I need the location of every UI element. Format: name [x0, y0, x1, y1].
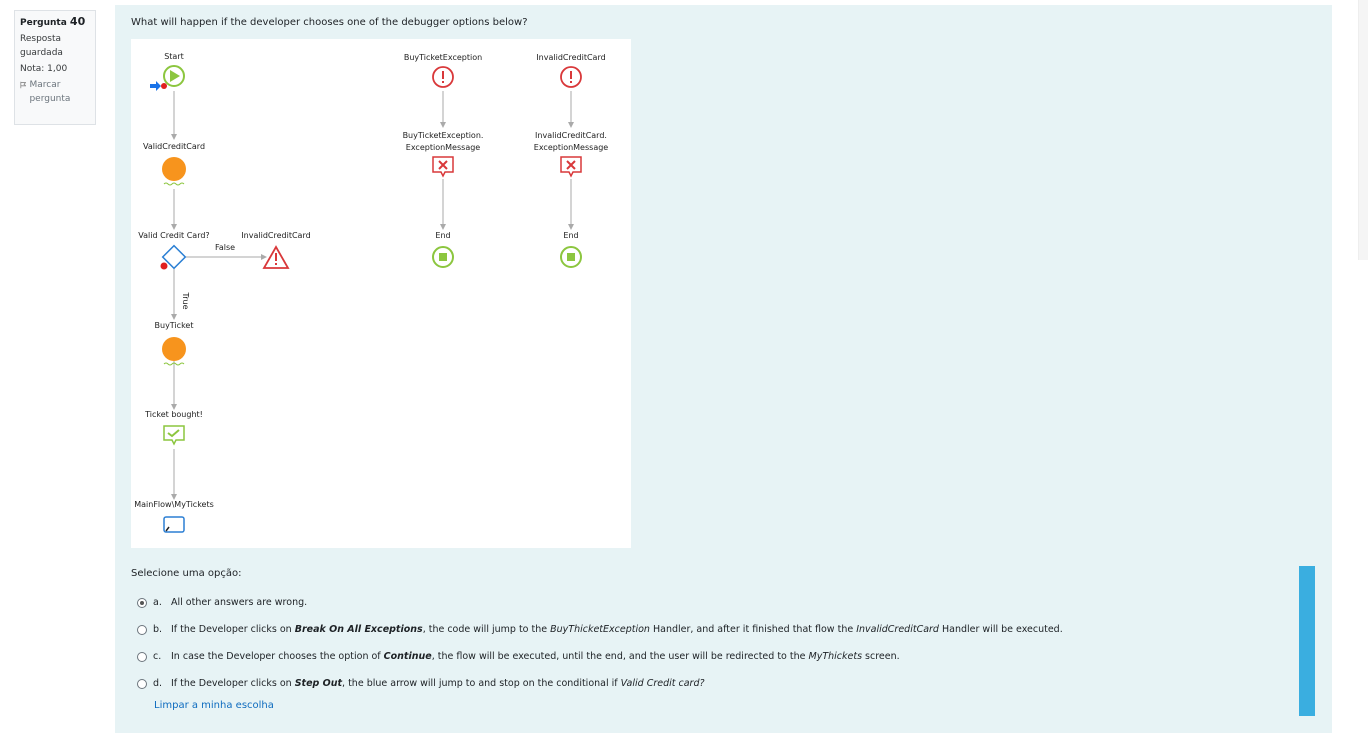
diagram-handler2-title: InvalidCreditCard: [536, 53, 605, 62]
question-content: What will happen if the developer choose…: [115, 5, 1332, 733]
question-number-label: Pergunta 40: [20, 15, 86, 28]
flag-question-button[interactable]: Marcar pergunta: [20, 78, 90, 106]
option-a[interactable]: a. All other answers are wrong.: [137, 589, 1063, 616]
option-b[interactable]: b. If the Developer clicks on Break On A…: [137, 616, 1063, 643]
start-node: [163, 65, 185, 87]
question-grade: Nota: 1,00: [20, 64, 68, 74]
option-d-letter: d.: [153, 678, 163, 689]
handler2-exception-icon: [560, 66, 582, 88]
option-b-text: If the Developer clicks on Break On All …: [171, 624, 1063, 635]
success-message-icon: [163, 425, 185, 446]
answer-options: a. All other answers are wrong. b. If th…: [137, 589, 1063, 697]
diagram-handler1-title: BuyTicketException: [404, 53, 482, 62]
buy-ticket-node: [162, 337, 186, 361]
option-b-letter: b.: [153, 624, 163, 635]
valid-credit-card-node: [162, 157, 186, 181]
option-c-radio[interactable]: [137, 651, 147, 662]
handler2-error-message-icon: [560, 156, 582, 178]
answer-prompt: Selecione uma opção:: [131, 568, 242, 579]
diagram-false-label: False: [215, 243, 235, 252]
diagram-start-label: Start: [164, 52, 184, 61]
handler1-error-message-icon: [432, 156, 454, 178]
handler1-end-icon: [432, 246, 454, 268]
diagram-handler1-end-label: End: [435, 231, 450, 240]
diagram-handler2-end-label: End: [563, 231, 578, 240]
option-b-radio[interactable]: [137, 624, 147, 635]
diagram-handler2-msg-line1: InvalidCreditCard.: [535, 131, 607, 140]
diagram-if-label: Valid Credit Card?: [138, 231, 209, 240]
handler1-exception-icon: [432, 66, 454, 88]
diagram-true-label: True: [181, 292, 190, 310]
raise-exception-warning-icon: [262, 245, 290, 269]
if-node: [160, 244, 187, 270]
diagram-handler2-msg-line2: ExceptionMessage: [534, 143, 609, 152]
question-status: Resposta guardada: [20, 34, 63, 58]
flag-question-label: Marcar pergunta: [29, 80, 71, 104]
diagram-handler1-msg-line2: ExceptionMessage: [406, 143, 481, 152]
diagram-destination-label: MainFlow\MyTickets: [134, 500, 214, 509]
question-info-panel: Pergunta 40 Resposta guardada Nota: 1,00…: [14, 10, 96, 125]
option-c-letter: c.: [153, 651, 162, 662]
diagram-buy-ticket-label: BuyTicket: [155, 321, 194, 330]
debugger-arrow-icon: [150, 81, 167, 91]
destination-screen-icon: [163, 516, 185, 533]
option-c-text: In case the Developer chooses the option…: [171, 651, 900, 662]
option-d-radio[interactable]: [137, 678, 147, 689]
diagram-valid-credit-card-label: ValidCreditCard: [143, 142, 205, 151]
flow-diagram-image: Start ValidCreditCard Valid Credit Card?…: [131, 39, 631, 548]
question-text: What will happen if the developer choose…: [131, 17, 528, 28]
diagram-raise-invalid-label: InvalidCreditCard: [241, 231, 310, 240]
page-edge-bar: [1358, 0, 1368, 260]
option-c[interactable]: c. In case the Developer chooses the opt…: [137, 643, 1063, 670]
option-a-text: All other answers are wrong.: [171, 597, 308, 608]
option-d-text: If the Developer clicks on Step Out, the…: [171, 678, 705, 689]
option-d[interactable]: d. If the Developer clicks on Step Out, …: [137, 670, 1063, 697]
option-a-radio[interactable]: [137, 597, 147, 608]
flag-icon: [20, 81, 27, 89]
diagram-handler1-msg-line1: BuyTicketException.: [403, 131, 484, 140]
option-a-letter: a.: [153, 597, 162, 608]
clear-choice-link[interactable]: Limpar a minha escolha: [154, 700, 274, 711]
scrollbar-thumb[interactable]: [1299, 566, 1315, 716]
handler2-end-icon: [560, 246, 582, 268]
diagram-ticket-bought-label: Ticket bought!: [144, 410, 203, 419]
